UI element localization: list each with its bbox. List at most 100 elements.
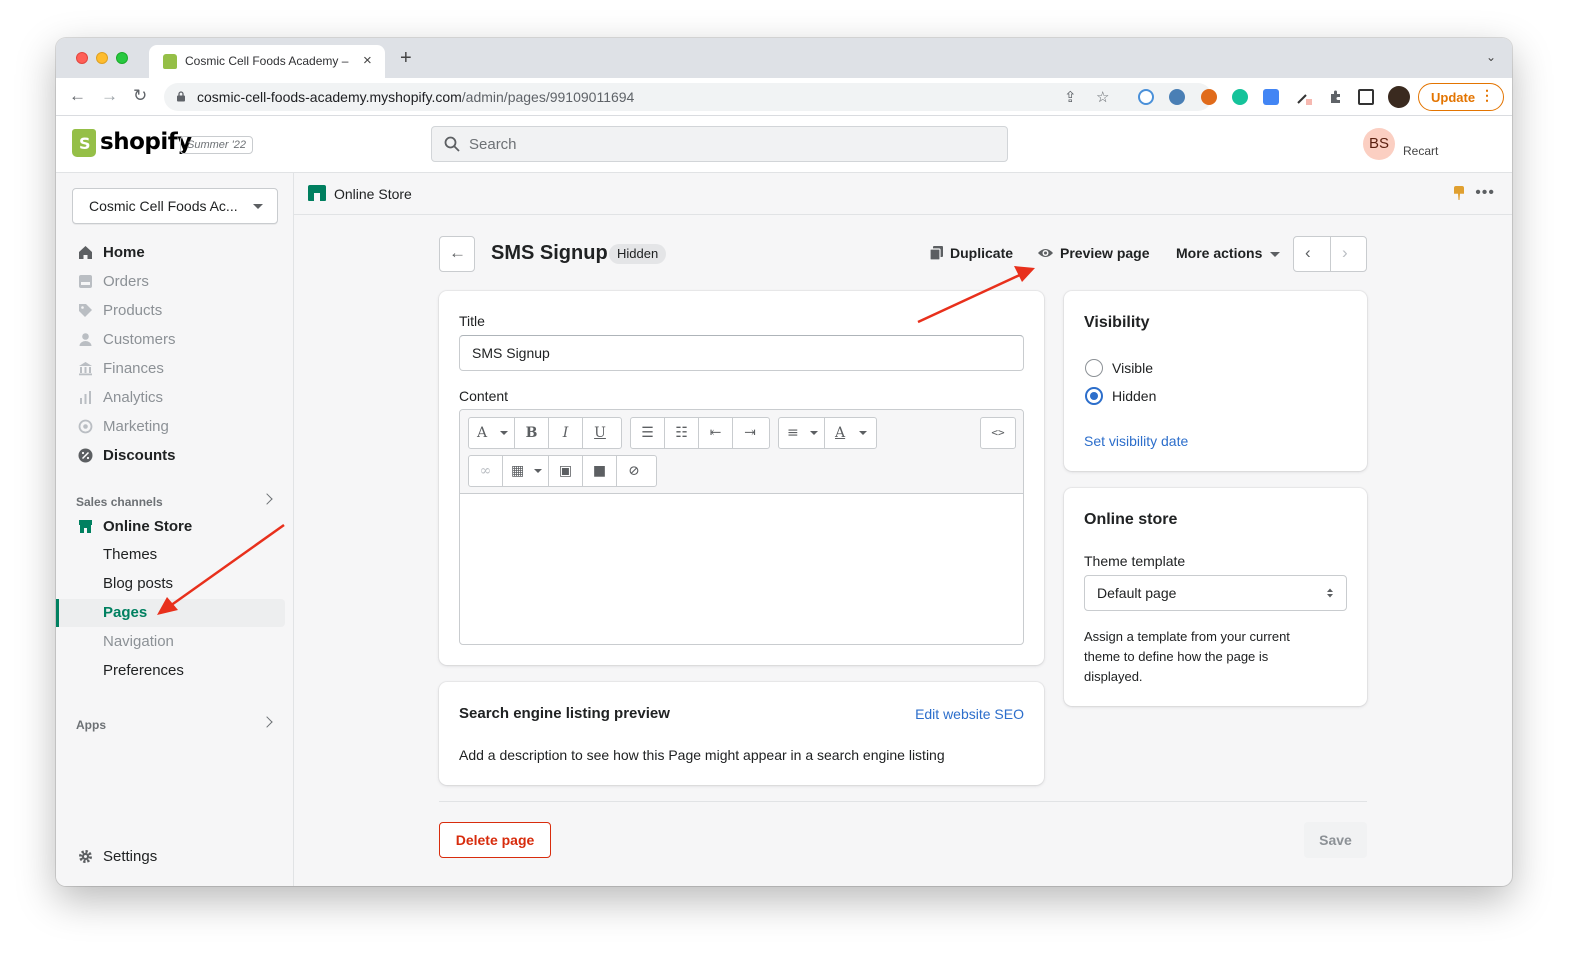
set-visibility-date-link[interactable]: Set visibility date xyxy=(1084,433,1188,449)
italic-button[interactable]: I xyxy=(549,418,583,448)
new-tab-icon[interactable]: + xyxy=(400,48,412,68)
extension-1-icon[interactable] xyxy=(1138,89,1154,105)
eyedropper-icon[interactable] xyxy=(1296,89,1312,105)
link-icon[interactable]: ∞ xyxy=(469,456,503,486)
edit-website-seo-link[interactable]: Edit website SEO xyxy=(915,706,1024,722)
eye-icon xyxy=(1038,249,1053,257)
sidebar-item-label: Pages xyxy=(103,604,148,621)
preview-page-button[interactable]: Preview page xyxy=(1060,245,1150,261)
bold-button[interactable]: B xyxy=(515,418,549,448)
back-arrow-icon[interactable]: ← xyxy=(69,86,86,106)
image-icon[interactable]: ▣ xyxy=(549,456,583,486)
editor-body[interactable] xyxy=(460,495,1023,644)
visible-radio[interactable] xyxy=(1085,359,1103,377)
numbered-list-icon[interactable]: ☷ xyxy=(665,418,699,448)
underline-button[interactable]: U xyxy=(583,418,617,448)
align-color-group: ≡ A xyxy=(778,417,877,449)
sidebar-item-label: Products xyxy=(103,302,163,319)
orders-icon xyxy=(79,275,92,288)
close-window-button[interactable] xyxy=(76,52,88,64)
shopify-favicon-icon xyxy=(163,54,177,69)
html-group: <> xyxy=(980,417,1016,449)
sidebar-item-online-store[interactable]: Online Store xyxy=(56,513,294,541)
hidden-radio[interactable] xyxy=(1085,387,1103,405)
extension-2-icon[interactable] xyxy=(1169,89,1185,105)
breadcrumb-label[interactable]: Online Store xyxy=(334,186,412,202)
arrow-left-icon: ← xyxy=(449,243,466,262)
extensions-puzzle-icon[interactable] xyxy=(1328,89,1344,105)
tab-search-chevron-icon[interactable]: ⌄ xyxy=(1486,50,1496,64)
chrome-update-button[interactable]: Update ⋮ xyxy=(1418,83,1504,111)
outdent-icon[interactable]: ⇤ xyxy=(699,418,733,448)
delete-page-button[interactable]: Delete page xyxy=(439,822,551,858)
sidebar-item-pages[interactable]: Pages xyxy=(56,599,285,627)
user-name[interactable]: Recart xyxy=(1403,144,1438,158)
sales-channels-chevron-icon[interactable] xyxy=(261,493,273,505)
indent-icon[interactable]: ⇥ xyxy=(733,418,767,448)
address-bar[interactable]: cosmic-cell-foods-academy.myshopify.com/… xyxy=(164,83,1212,111)
online-store-card: Online store Theme template Default page… xyxy=(1064,488,1367,706)
chrome-profile-avatar[interactable] xyxy=(1388,86,1410,108)
selected-indicator xyxy=(56,599,59,627)
sidebar-item-settings[interactable]: Settings xyxy=(56,843,294,871)
maximize-window-button[interactable] xyxy=(116,52,128,64)
shopify-logo-text: shopify xyxy=(100,129,192,155)
show-html-button[interactable]: <> xyxy=(981,418,1015,448)
reload-icon[interactable]: ↻ xyxy=(133,86,147,106)
select-updown-icon xyxy=(1327,588,1333,598)
tab-close-icon[interactable]: × xyxy=(363,52,372,69)
sidebar-item-analytics[interactable]: Analytics xyxy=(56,384,294,412)
sidebar-item-home[interactable]: Home xyxy=(56,239,294,267)
forward-arrow-icon[interactable]: → xyxy=(101,86,118,106)
sidebar-item-discounts[interactable]: Discounts xyxy=(56,442,294,470)
sidebar-item-products[interactable]: Products xyxy=(56,297,294,325)
sidebar-item-finances[interactable]: Finances xyxy=(56,355,294,383)
next-page-icon[interactable]: › xyxy=(1342,243,1348,263)
video-icon[interactable]: ■ xyxy=(583,456,617,486)
back-button[interactable]: ← xyxy=(439,236,475,272)
sidebar-item-customers[interactable]: Customers xyxy=(56,326,294,354)
user-avatar[interactable]: BS xyxy=(1363,128,1395,160)
store-selector[interactable]: Cosmic Cell Foods Ac... xyxy=(72,188,278,224)
pin-icon[interactable] xyxy=(1454,186,1464,200)
apps-chevron-icon[interactable] xyxy=(261,716,273,728)
title-field[interactable]: SMS Signup xyxy=(459,335,1024,371)
sidebar-item-navigation[interactable]: Navigation xyxy=(56,628,294,656)
share-icon[interactable]: ⇪ xyxy=(1064,88,1077,106)
sidebar-item-label: Online Store xyxy=(103,518,193,535)
more-actions-button[interactable]: More actions xyxy=(1176,245,1262,261)
seo-card: Search engine listing preview Edit websi… xyxy=(439,682,1044,785)
title-label: Title xyxy=(459,313,485,329)
search-input[interactable]: Search xyxy=(431,126,1008,162)
previous-page-icon[interactable]: ‹ xyxy=(1305,243,1311,263)
clear-formatting-icon[interactable]: ⊘ xyxy=(617,456,651,486)
table-dropdown[interactable]: ▦ xyxy=(503,456,549,486)
url-host: cosmic-cell-foods-academy.myshopify.com xyxy=(197,89,462,105)
sidebar-item-orders[interactable]: Orders xyxy=(56,268,294,296)
pagination-divider xyxy=(1330,237,1331,271)
font-style-dropdown[interactable]: A xyxy=(469,418,515,448)
side-panel-icon[interactable] xyxy=(1358,89,1374,105)
bookmark-star-icon[interactable]: ☆ xyxy=(1096,88,1109,106)
grammarly-icon[interactable] xyxy=(1232,89,1248,105)
minimize-window-button[interactable] xyxy=(96,52,108,64)
theme-template-select[interactable]: Default page xyxy=(1084,575,1347,611)
update-menu-icon: ⋮ xyxy=(1480,87,1494,103)
extension-3-icon[interactable] xyxy=(1201,89,1217,105)
translate-icon[interactable] xyxy=(1263,89,1279,105)
sidebar-item-marketing[interactable]: Marketing xyxy=(56,413,294,441)
duplicate-button[interactable]: Duplicate xyxy=(950,245,1013,261)
duplicate-icon xyxy=(929,246,943,261)
discount-icon xyxy=(78,448,93,463)
bullet-list-icon[interactable]: ☰ xyxy=(631,418,665,448)
align-dropdown[interactable]: ≡ xyxy=(779,418,825,448)
save-button[interactable]: Save xyxy=(1304,822,1367,858)
sidebar-item-preferences[interactable]: Preferences xyxy=(56,657,294,685)
sidebar-item-blog-posts[interactable]: Blog posts xyxy=(56,570,294,598)
text-color-dropdown[interactable]: A xyxy=(827,418,873,448)
sidebar-item-themes[interactable]: Themes xyxy=(56,541,294,569)
browser-tab[interactable]: Cosmic Cell Foods Academy – × xyxy=(149,45,385,78)
sidebar-item-label: Blog posts xyxy=(103,575,174,592)
tag-icon xyxy=(79,304,92,317)
more-horizontal-icon[interactable]: ••• xyxy=(1475,184,1495,202)
